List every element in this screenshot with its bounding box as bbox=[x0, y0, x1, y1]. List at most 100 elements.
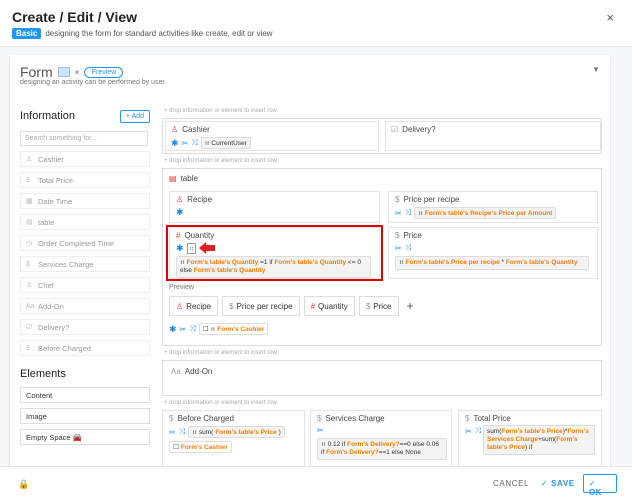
dollar-icon: $ bbox=[395, 231, 400, 240]
default-value-chip[interactable]: ⠶ CurrentUser bbox=[200, 137, 251, 149]
random-icon[interactable]: ⤨ bbox=[191, 138, 197, 148]
drop-hint[interactable]: + drop information or element to insert … bbox=[162, 107, 602, 116]
dialog-subtitle: Basic designing the form for standard ac… bbox=[12, 28, 273, 39]
information-item[interactable]: ◷ Order Completed Time bbox=[20, 235, 150, 251]
information-item[interactable]: ♙ Cashier bbox=[20, 151, 150, 167]
information-item[interactable]: $ Services Charge bbox=[20, 256, 150, 272]
delivery-label: Delivery? bbox=[402, 125, 436, 134]
dialog-header: Create / Edit / View Basic designing the… bbox=[0, 0, 632, 46]
element-item[interactable]: Empty Space 🚘 bbox=[20, 429, 150, 445]
random-icon[interactable]: ⤨ bbox=[179, 427, 185, 437]
preview-quantity-button[interactable]: # Quantity bbox=[303, 296, 355, 316]
recipe-label: Recipe bbox=[187, 195, 213, 204]
tools-icon[interactable]: ✂ bbox=[465, 427, 472, 436]
total-price-formula[interactable]: sum(Form's table's Price)*Form's Service… bbox=[483, 425, 595, 455]
field-total-price[interactable]: $ Total Price ✂ ⤨ sum(Form's table's Pric… bbox=[458, 410, 602, 466]
information-item[interactable]: ☑ Delivery? bbox=[20, 319, 150, 335]
lock-icon[interactable]: 🔒 bbox=[18, 479, 29, 490]
random-icon[interactable]: ⤨ bbox=[475, 426, 481, 436]
field-recipe[interactable]: ♙ Recipe ✱ bbox=[169, 191, 380, 223]
information-list: ♙ Cashier $ Total Price ▦ Date Time ▤ table ◷ Ord… bbox=[20, 151, 150, 356]
table-section: ▤ table ♙ Recipe ✱ $ Price per recipe ✂ ⤨ ⠶… bbox=[162, 168, 602, 346]
dollar-icon: $ bbox=[465, 414, 470, 423]
preview-price-per-recipe-button[interactable]: $ Price per recipe bbox=[222, 296, 300, 316]
add-information-button[interactable]: + Add bbox=[119, 109, 150, 123]
assignee-chip[interactable]: ☐ Form's Cashier bbox=[169, 441, 232, 453]
elements-list: Content Image Empty Space 🚘 bbox=[20, 387, 150, 445]
before-charged-label: Before Charged bbox=[177, 414, 234, 423]
formula-chip[interactable]: ⠶ sum(Form's table's Price) bbox=[188, 426, 285, 438]
assignee-reference: Form's Cashier bbox=[180, 443, 228, 451]
user-icon: ♙ bbox=[176, 195, 184, 204]
remove-icon[interactable]: × bbox=[75, 68, 80, 77]
information-item-label: Chef bbox=[38, 280, 54, 290]
field-price[interactable]: $ Price ✂ ⤨ ⠶ Form's table's Price per re… bbox=[388, 227, 598, 279]
formula-text: ) bbox=[278, 428, 281, 436]
price-formula[interactable]: ⠶ Form's table's Price per recipe * Form… bbox=[395, 256, 589, 270]
tools-icon[interactable]: ✂ bbox=[169, 428, 176, 437]
drop-hint[interactable]: + drop information or element to insert … bbox=[162, 349, 602, 358]
required-icon[interactable]: ✱ bbox=[176, 207, 184, 218]
form-description: designing an activity can be performed b… bbox=[20, 79, 167, 86]
user-icon: ♙ bbox=[171, 125, 179, 134]
user-icon: ♙ bbox=[26, 156, 33, 163]
field-before-charged[interactable]: $ Before Charged ✂ ⤨ ⠶ sum(Form's table's … bbox=[162, 410, 305, 466]
field-cashier[interactable]: ♙ Cashier ✱ ✂ ⤨ ⠶ CurrentUser bbox=[165, 121, 379, 151]
price-label: Price bbox=[403, 231, 422, 240]
information-item[interactable]: ♙ Chef bbox=[20, 277, 150, 293]
addon-label: Add-On bbox=[184, 367, 213, 376]
assignee-chip[interactable]: ☐ ⠶ Form's Cashier bbox=[198, 323, 269, 335]
tools-icon[interactable]: ✂ bbox=[180, 325, 187, 334]
add-column-button[interactable]: + bbox=[407, 299, 414, 313]
random-icon[interactable]: ⤨ bbox=[405, 243, 411, 253]
square-icon: ☐ bbox=[173, 444, 179, 451]
preview-price-button[interactable]: $ Price bbox=[358, 296, 399, 316]
services-charge-formula[interactable]: ⠶ 0.12 if Form's Delivery?==0 else 0.06 … bbox=[317, 438, 447, 460]
field-delivery[interactable]: ☑ Delivery? bbox=[385, 121, 601, 151]
save-button[interactable]: ✓ SAVE bbox=[541, 479, 575, 488]
element-item[interactable]: Content bbox=[20, 387, 150, 403]
ok-button[interactable]: ✓ OK bbox=[583, 474, 617, 497]
information-item-label: Before Charged bbox=[38, 343, 91, 353]
preview-button[interactable]: Preview bbox=[84, 66, 124, 78]
required-icon[interactable]: ✱ bbox=[171, 138, 179, 149]
information-item[interactable]: $ Before Charged bbox=[20, 340, 150, 356]
random-icon[interactable]: ⤨ bbox=[189, 324, 195, 334]
tools-icon[interactable]: ✂ bbox=[395, 209, 402, 218]
dollar-icon: $ bbox=[26, 176, 30, 184]
tools-icon[interactable]: ✂ bbox=[182, 139, 189, 148]
formula-text: sum( bbox=[198, 428, 214, 436]
formula-icon: ⠶ bbox=[418, 210, 423, 217]
field-price-per-recipe[interactable]: $ Price per recipe ✂ ⤨ ⠶ Form's table's Re… bbox=[388, 191, 598, 223]
tools-icon[interactable]: ✂ bbox=[317, 426, 324, 435]
formula-chip[interactable]: ⠶ Form's table's Recipe's Price per Amoun… bbox=[414, 207, 557, 219]
search-input[interactable]: Search something for... bbox=[20, 131, 148, 146]
preview-button-label: Price bbox=[373, 301, 392, 311]
close-icon[interactable]: × bbox=[606, 10, 614, 25]
information-item[interactable]: ▤ table bbox=[20, 214, 150, 230]
collapse-icon[interactable]: ▼ bbox=[592, 65, 600, 74]
cancel-button[interactable]: CANCEL bbox=[493, 479, 529, 488]
tools-icon[interactable]: ✂ bbox=[395, 244, 402, 253]
dollar-icon: $ bbox=[395, 195, 400, 204]
checkbox-icon: ☑ bbox=[391, 125, 399, 134]
form-heading: Form × Preview bbox=[20, 64, 124, 80]
information-item[interactable]: $ Total Price bbox=[20, 172, 150, 188]
information-item[interactable]: ▦ Date Time bbox=[20, 193, 150, 209]
information-item[interactable]: Aa Add-On bbox=[20, 298, 150, 314]
form-card: Form × Preview designing an activity can… bbox=[10, 55, 610, 466]
formula-reference: Form's Delivery? bbox=[347, 441, 400, 448]
information-heading: Information bbox=[20, 110, 76, 122]
random-icon[interactable]: ⤨ bbox=[405, 208, 411, 218]
formula-text: ) if bbox=[525, 444, 533, 451]
element-item[interactable]: Image bbox=[20, 408, 150, 424]
preview-recipe-button[interactable]: ♙ Recipe bbox=[169, 296, 219, 316]
layout-icon[interactable] bbox=[57, 67, 70, 77]
information-item-label: table bbox=[38, 217, 55, 227]
required-icon[interactable]: ✱ bbox=[169, 324, 177, 335]
drop-hint[interactable]: + drop information or element to insert … bbox=[162, 157, 602, 166]
formula-icon: ⠶ bbox=[204, 140, 210, 147]
create-edit-view-dialog: Create / Edit / View Basic designing the… bbox=[0, 0, 632, 500]
drop-hint[interactable]: + drop information or element to insert … bbox=[162, 399, 602, 408]
field-services-charge[interactable]: $ Services Charge ✂ ⠶ 0.12 if Form's Deli… bbox=[310, 410, 452, 466]
